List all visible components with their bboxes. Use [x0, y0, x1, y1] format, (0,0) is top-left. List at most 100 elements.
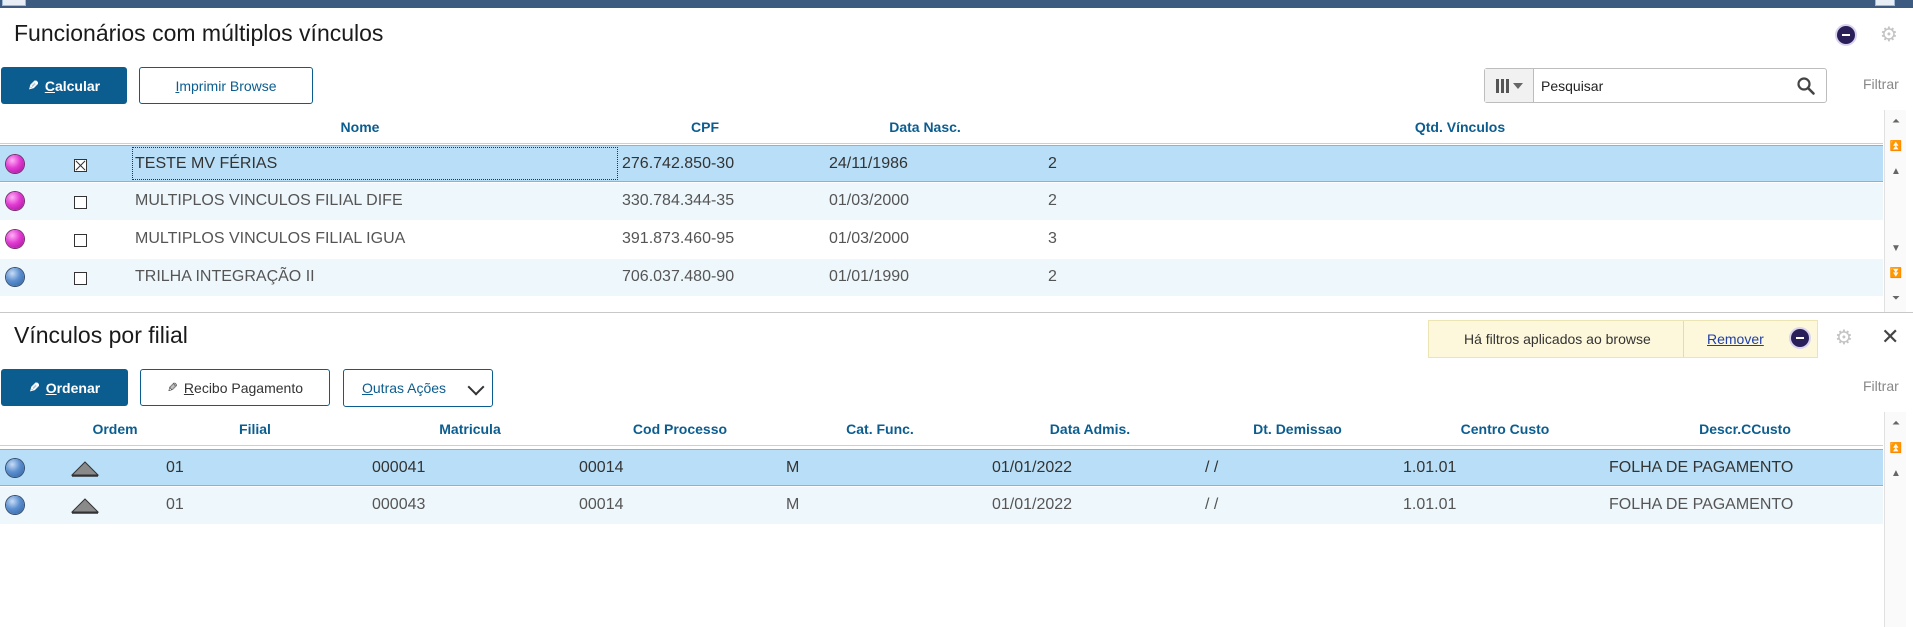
- recibo-label: Recibo Pagamento: [184, 380, 303, 396]
- row-checkbox[interactable]: [74, 159, 87, 172]
- calcular-hotkey: C: [44, 77, 55, 94]
- recibo-hotkey: R: [183, 379, 195, 396]
- calcular-label: Calcular: [45, 78, 100, 94]
- status-icon: [6, 230, 24, 248]
- filter-notice-text: Há filtros aplicados ao browse: [1464, 331, 1651, 347]
- col-header-data-admis[interactable]: Data Admis.: [1040, 421, 1140, 437]
- scroll-page-up-icon[interactable]: ⏫: [1888, 139, 1904, 155]
- outras-acoes-dropdown[interactable]: Outras Ações: [343, 369, 493, 407]
- cell-nome: MULTIPLOS VINCULOS FILIAL IGUA: [135, 230, 406, 247]
- col-header-cpf[interactable]: CPF: [655, 119, 755, 135]
- cell-data-nasc: 01/01/1990: [829, 268, 910, 285]
- cell-nome: MULTIPLOS VINCULOS FILIAL DIFE: [135, 192, 403, 209]
- cell-data-admis: 01/01/2022: [992, 496, 1073, 513]
- scroll-page-up-icon[interactable]: ⏫: [1888, 441, 1904, 457]
- outras-acoes-label: Outras Ações: [362, 380, 446, 396]
- search-input[interactable]: [1541, 75, 1781, 97]
- close-icon[interactable]: ✕: [1881, 326, 1899, 348]
- cell-data-admis: 01/01/2022: [992, 459, 1073, 476]
- cell-nome: TESTE MV FÉRIAS: [135, 155, 278, 172]
- col-header-filial[interactable]: Filial: [215, 421, 295, 437]
- remover-link[interactable]: Remover: [1707, 331, 1764, 347]
- scroll-first-icon[interactable]: ⏶: [1888, 416, 1904, 432]
- calcular-label-rest: alcular: [54, 77, 101, 94]
- col-header-data-nasc[interactable]: Data Nasc.: [870, 119, 980, 135]
- user-badge-icon[interactable]: [1837, 26, 1855, 44]
- column-selector-button[interactable]: [1485, 69, 1534, 102]
- cell-qtd-vinculos: 2: [1048, 192, 1057, 209]
- calcular-button[interactable]: ✎ Calcular: [1, 67, 127, 104]
- app-window-icon: [2, 0, 26, 6]
- cell-descr-ccusto: FOLHA DE PAGAMENTO: [1609, 459, 1794, 476]
- row-checkbox[interactable]: [74, 272, 87, 285]
- cell-matricula: 000043: [372, 496, 426, 513]
- cell-data-nasc: 01/03/2000: [829, 192, 910, 209]
- scroll-last-icon[interactable]: ⏷: [1888, 291, 1904, 307]
- cell-matricula: 000041: [372, 459, 426, 476]
- imprimir-label: Imprimir Browse: [175, 78, 276, 94]
- ordenar-label: Ordenar: [46, 380, 100, 396]
- cell-cat-func: M: [786, 459, 800, 476]
- ordenar-hotkey: O: [45, 379, 57, 396]
- outras-hotkey: O: [362, 380, 373, 396]
- gear-icon[interactable]: ⚙: [1880, 25, 1898, 45]
- filtrar-link[interactable]: Filtrar: [1863, 378, 1899, 394]
- table-row[interactable]: 01 000043 00014 M 01/01/2022 / / 1.01.01…: [0, 487, 1883, 524]
- table-row[interactable]: TESTE MV FÉRIAS 276.742.850-30 24/11/198…: [0, 145, 1883, 182]
- row-checkbox[interactable]: [74, 234, 87, 247]
- scroll-first-icon[interactable]: ⏶: [1888, 114, 1904, 130]
- order-pyramid-icon: [70, 498, 100, 514]
- window-control-button[interactable]: [1875, 0, 1895, 6]
- status-icon: [6, 459, 24, 477]
- cell-cpf: 706.037.480-90: [622, 268, 735, 285]
- scroll-up-icon[interactable]: ▲: [1888, 466, 1904, 482]
- scroll-page-down-icon[interactable]: ⏬: [1888, 266, 1904, 282]
- cell-cpf: 391.873.460-95: [622, 230, 735, 247]
- status-icon: [6, 268, 24, 286]
- cell-qtd-vinculos: 2: [1048, 155, 1057, 172]
- scrollbar[interactable]: ⏶ ⏫ ▲: [1884, 412, 1906, 627]
- outras-label-rest: utras Ações: [372, 380, 447, 396]
- cell-qtd-vinculos: 2: [1048, 268, 1057, 285]
- columns-icon: [1495, 78, 1509, 93]
- col-header-cat-func[interactable]: Cat. Func.: [830, 421, 930, 437]
- filtrar-link[interactable]: Filtrar: [1863, 76, 1899, 92]
- table-row[interactable]: TRILHA INTEGRAÇÃO II 706.037.480-90 01/0…: [0, 259, 1883, 296]
- row-checkbox[interactable]: [74, 196, 87, 209]
- cell-cod-processo: 00014: [579, 496, 624, 513]
- cell-cod-processo: 00014: [579, 459, 624, 476]
- pencil-icon: ✎: [27, 77, 39, 93]
- ordenar-button[interactable]: ✎ Ordenar: [1, 369, 128, 406]
- status-icon: [6, 496, 24, 514]
- pencil-icon: ✎: [167, 379, 178, 395]
- cell-nome: TRILHA INTEGRAÇÃO II: [135, 268, 315, 285]
- gear-icon[interactable]: ⚙: [1835, 328, 1853, 348]
- imprimir-browse-button[interactable]: Imprimir Browse: [139, 67, 313, 104]
- table-row[interactable]: MULTIPLOS VINCULOS FILIAL IGUA 391.873.4…: [0, 221, 1883, 258]
- grid-header: Nome CPF Data Nasc. Qtd. Vínculos: [0, 119, 1883, 143]
- col-header-dt-demissao[interactable]: Dt. Demissao: [1240, 421, 1355, 437]
- search-icon[interactable]: [1796, 76, 1816, 96]
- status-icon: [6, 155, 24, 173]
- col-header-cod-processo[interactable]: Cod Processo: [620, 421, 740, 437]
- window-titlebar: [0, 0, 1913, 8]
- col-header-matricula[interactable]: Matricula: [420, 421, 520, 437]
- scrollbar[interactable]: ⏶ ⏫ ▲ ▼ ⏬ ⏷: [1884, 110, 1906, 312]
- table-row[interactable]: 01 000041 00014 M 01/01/2022 / / 1.01.01…: [0, 449, 1883, 486]
- col-header-nome[interactable]: Nome: [300, 119, 420, 135]
- cell-qtd-vinculos: 3: [1048, 230, 1057, 247]
- scroll-down-icon[interactable]: ▼: [1888, 241, 1904, 257]
- col-header-descr-ccusto[interactable]: Descr.CCusto: [1680, 421, 1810, 437]
- order-pyramid-icon: [70, 461, 100, 477]
- pencil-icon: ✎: [28, 379, 40, 395]
- scroll-up-icon[interactable]: ▲: [1888, 164, 1904, 180]
- page-title: Funcionários com múltiplos vínculos: [14, 20, 384, 46]
- col-header-ordem[interactable]: Ordem: [80, 421, 150, 437]
- table-row[interactable]: MULTIPLOS VINCULOS FILIAL DIFE 330.784.3…: [0, 183, 1883, 220]
- col-header-qtd-vinculos[interactable]: Qtd. Vínculos: [1400, 119, 1520, 135]
- recibo-pagamento-button[interactable]: ✎ Recibo Pagamento: [140, 369, 330, 406]
- cell-data-nasc: 24/11/1986: [829, 155, 908, 172]
- col-header-centro-custo[interactable]: Centro Custo: [1450, 421, 1560, 437]
- section-title: Vínculos por filial: [14, 322, 188, 348]
- user-badge-icon[interactable]: [1791, 329, 1809, 347]
